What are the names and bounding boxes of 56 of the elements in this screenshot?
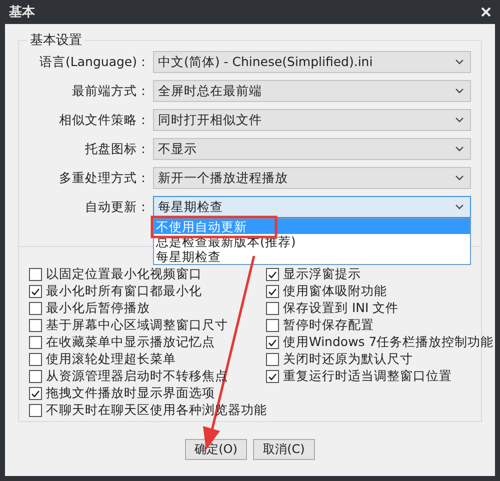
checkbox-label: 拖拽文件播放时显示界面选项: [46, 385, 215, 402]
checkmark-icon: [31, 390, 40, 398]
setting-label: 多重处理方式：: [58, 170, 150, 186]
chevron-down-icon: [455, 146, 464, 152]
checkbox[interactable]: [29, 336, 42, 349]
checkbox-label: 显示浮窗提示: [283, 266, 361, 283]
window-title: 基本: [9, 4, 35, 21]
chevron-down-icon: [455, 59, 464, 65]
checkbox[interactable]: [29, 268, 42, 281]
checkmark-icon: [268, 338, 277, 346]
checkbox[interactable]: [29, 302, 42, 315]
setting-label: 最前端方式：: [71, 82, 150, 100]
dropdown-field[interactable]: 不显示: [153, 138, 471, 160]
checkbox-label: 关闭时还原为默认尺寸: [283, 351, 413, 368]
checkbox[interactable]: [29, 353, 42, 366]
checkbox-label: 重复运行时适当调整窗口位置: [283, 368, 452, 385]
setting-label: 相似文件策略：: [58, 112, 150, 128]
checkbox[interactable]: [266, 353, 279, 366]
checkbox[interactable]: [29, 404, 42, 417]
chevron-down-icon: [455, 204, 464, 210]
checkbox-label: 保存设置到 INI 文件: [283, 300, 399, 317]
checkbox-label: 暂停时保存配置: [283, 317, 374, 334]
setting-label: 自动更新：: [84, 198, 150, 216]
chevron-down-icon: [455, 117, 464, 123]
checkmark-icon: [31, 288, 40, 296]
dialog-button[interactable]: 取消(C): [253, 438, 315, 460]
dropdown-field[interactable]: 同时打开相似文件: [153, 109, 471, 131]
group-title: 基本设置: [27, 31, 85, 49]
chevron-down-icon: [455, 175, 464, 181]
setting-label: 语言(Language)：: [38, 54, 150, 70]
dropdown-field[interactable]: 中文(简体) - Chinese(Simplified).ini: [153, 51, 471, 73]
close-icon[interactable]: [481, 7, 491, 17]
checkbox[interactable]: [266, 285, 279, 298]
checkbox-label: 最小化后暂停播放: [46, 300, 150, 317]
checkmark-icon: [268, 372, 277, 380]
checkbox[interactable]: [266, 319, 279, 332]
checkbox[interactable]: [29, 387, 42, 400]
dropdown-field[interactable]: 每星期检查: [153, 196, 471, 218]
checkbox-label: 基于屏幕中心区域调整窗口尺寸: [46, 317, 228, 334]
dropdown-field[interactable]: 全屏时总在最前端: [153, 80, 471, 102]
checkbox[interactable]: [266, 336, 279, 349]
setting-label: 托盘图标：: [84, 140, 150, 158]
checkbox[interactable]: [29, 285, 42, 298]
checkbox-label: 最小化时所有窗口都最小化: [46, 283, 202, 300]
checkbox-label: 使用滚轮处理超长菜单: [46, 351, 176, 368]
checkbox[interactable]: [266, 268, 279, 281]
dropdown-field[interactable]: 新开一个播放进程播放: [153, 167, 471, 189]
checkbox[interactable]: [29, 370, 42, 383]
checkbox[interactable]: [266, 302, 279, 315]
checkbox-label: 以固定位置最小化视频窗口: [46, 266, 202, 283]
checkbox-label: 在收藏菜单中显示播放记忆点: [46, 334, 215, 351]
checkbox[interactable]: [266, 370, 279, 383]
checkbox[interactable]: [29, 319, 42, 332]
checkbox-label: 使用窗体吸附功能: [283, 283, 387, 300]
checkbox-label: 使用Windows 7任务栏播放控制功能: [283, 334, 494, 351]
chevron-down-icon: [455, 88, 464, 94]
